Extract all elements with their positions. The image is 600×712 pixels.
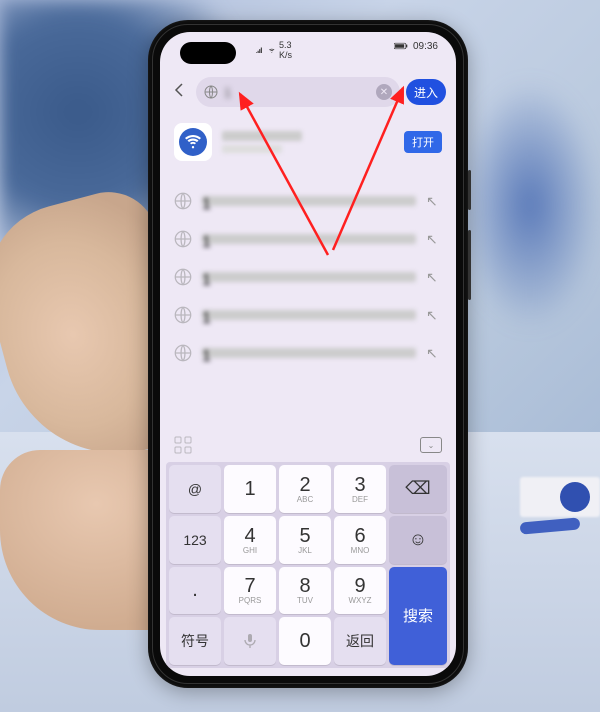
top-suggestion[interactable]: 打开 [174,120,442,164]
key-3[interactable]: 3DEF [334,465,386,513]
key-8[interactable]: 8TUV [279,567,331,615]
key-emoji[interactable]: ☺ [389,516,447,564]
key-mic[interactable] [224,617,276,665]
address-input[interactable]: 1 ✕ [196,77,400,107]
mic-icon [242,633,258,649]
globe-icon [174,344,192,362]
key-123[interactable]: 123 [169,516,221,564]
key-symbols[interactable]: 符号 [169,617,221,665]
app-icon [174,123,212,161]
key-return[interactable]: 返回 [334,617,386,665]
signal-icon [256,47,264,53]
fill-arrow-icon[interactable]: ↖ [426,345,442,362]
camera-cutout [180,42,236,64]
wifi-app-icon [179,128,207,156]
pencap-prop [560,482,590,512]
volume-button [468,170,471,210]
phone-device: 5.3 K/s 09:36 1 ✕ 进入 [148,20,468,688]
key-backspace[interactable]: ⌫ [389,465,447,513]
key-6[interactable]: 6MNO [334,516,386,564]
key-1[interactable]: 1 [224,465,276,513]
history-text: 1 [202,234,416,244]
address-text: 1 [224,85,370,100]
phone-screen: 5.3 K/s 09:36 1 ✕ 进入 [160,32,456,676]
history-text: 1 [202,272,416,282]
history-text: 1 [202,196,416,206]
key-9[interactable]: 9WXYZ [334,567,386,615]
key-2[interactable]: 2ABC [279,465,331,513]
globe-icon [174,230,192,248]
keyboard: @ 1 2ABC 3DEF ⌫ 123 4GHI 5JKL 6MNO ☺ . 7… [166,462,450,668]
apps-grid-icon[interactable] [174,436,192,454]
fill-arrow-icon[interactable]: ↖ [426,307,442,324]
clear-button[interactable]: ✕ [376,84,392,100]
status-bar-right: 09:36 [394,40,438,52]
list-item[interactable]: 1 ↖ [174,220,442,258]
close-icon: ✕ [380,87,388,98]
globe-icon [174,192,192,210]
keyboard-toolbar: ⌄ [168,432,448,458]
backspace-icon: ⌫ [405,478,430,499]
history-list: 1 ↖ 1 ↖ 1 ↖ 1 ↖ 1 ↖ [174,182,442,372]
fill-arrow-icon[interactable]: ↖ [426,231,442,248]
list-item[interactable]: 1 ↖ [174,334,442,372]
key-search[interactable]: 搜索 [389,567,447,666]
enter-label: 进入 [414,84,438,101]
emoji-icon: ☺ [409,529,427,550]
history-text: 1 [202,348,416,358]
list-item[interactable]: 1 ↖ [174,258,442,296]
collapse-keyboard-icon[interactable]: ⌄ [420,437,442,453]
address-bar-row: 1 ✕ 进入 [170,76,446,108]
key-dot[interactable]: . [169,567,221,615]
power-button [468,230,471,300]
globe-icon [174,268,192,286]
clock-time: 09:36 [413,41,438,52]
key-7[interactable]: 7PQRS [224,567,276,615]
network-speed: 5.3 K/s [279,40,292,60]
globe-icon [174,306,192,324]
open-label: 打开 [412,134,434,150]
wifi-icon [268,47,276,53]
globe-icon [204,85,218,99]
chevron-left-icon [172,82,188,98]
status-bar-left: 5.3 K/s [256,40,292,60]
fill-arrow-icon[interactable]: ↖ [426,193,442,210]
fill-arrow-icon[interactable]: ↖ [426,269,442,286]
suggestion-text [222,131,394,153]
background-blur [460,80,600,330]
key-at[interactable]: @ [169,465,221,513]
battery-icon [394,40,408,52]
list-item[interactable]: 1 ↖ [174,296,442,334]
key-0[interactable]: 0 [279,617,331,665]
list-item[interactable]: 1 ↖ [174,182,442,220]
key-5[interactable]: 5JKL [279,516,331,564]
key-4[interactable]: 4GHI [224,516,276,564]
open-button[interactable]: 打开 [404,131,442,153]
history-text: 1 [202,310,416,320]
enter-button[interactable]: 进入 [406,79,446,105]
back-button[interactable] [170,82,190,103]
